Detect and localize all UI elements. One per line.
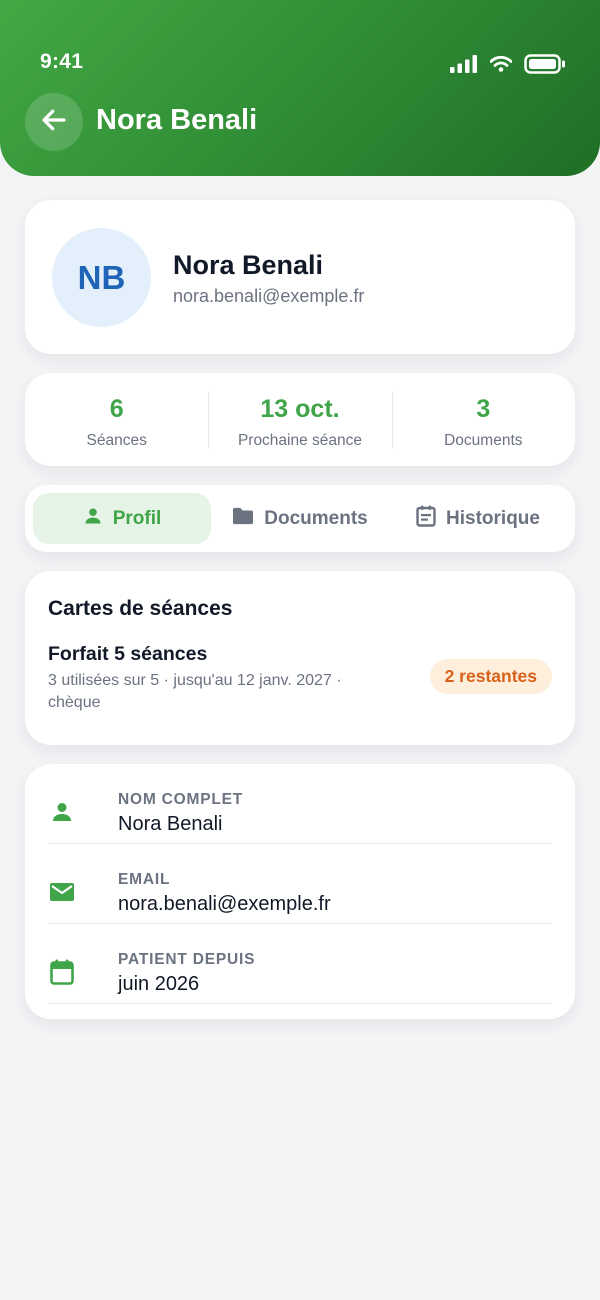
stat-documents: 3 Documents <box>391 373 575 466</box>
package-details: 3 utilisées sur 5 · jusqu'au 12 janv. 20… <box>48 672 342 711</box>
profile-name: Nora Benali <box>173 250 324 280</box>
info-row-full-name: NOM COMPLET Nora Benali <box>48 764 552 844</box>
tab-label: Historique <box>446 507 540 529</box>
tab-bar: Profil Documents Historique <box>25 485 575 552</box>
signal-icon <box>450 55 478 78</box>
folder-icon <box>232 506 254 532</box>
arrow-left-icon <box>39 105 69 140</box>
info-value: nora.benali@exemple.fr <box>118 893 331 915</box>
stat-value: 6 <box>109 395 124 423</box>
info-value: juin 2026 <box>118 973 200 995</box>
package-title: Forfait 5 séances <box>48 643 208 665</box>
stats-card: 6 Séances 13 oct. Prochaine séance 3 Doc… <box>25 373 575 466</box>
info-row-email: EMAIL nora.benali@exemple.fr <box>48 844 552 924</box>
tab-historique[interactable]: Historique <box>389 493 567 544</box>
stat-label: Documents <box>444 432 523 449</box>
avatar: NB <box>52 228 151 327</box>
stat-value: 13 oct. <box>260 395 340 423</box>
battery-icon <box>524 54 566 79</box>
header: 9:41 Nora Benali <box>0 0 600 176</box>
stat-sessions: 6 Séances <box>25 373 208 466</box>
session-cards-card: Cartes de séances Forfait 5 séances 3 ut… <box>25 571 575 745</box>
status-icons <box>450 54 566 79</box>
profile-email: nora.benali@exemple.fr <box>173 286 365 306</box>
mail-icon <box>48 878 76 906</box>
tab-documents[interactable]: Documents <box>211 493 389 544</box>
patient-info-card: NOM COMPLET Nora Benali EMAIL nora.benal… <box>25 764 575 1019</box>
stat-next-session: 13 oct. Prochaine séance <box>208 373 391 466</box>
calendar-list-icon <box>416 505 436 533</box>
page-title: Nora Benali <box>96 104 258 136</box>
person-icon <box>48 798 76 826</box>
info-label: PATIENT DEPUIS <box>118 951 256 968</box>
info-label: EMAIL <box>118 871 171 888</box>
tab-profil[interactable]: Profil <box>33 493 211 544</box>
status-time: 9:41 <box>40 50 84 73</box>
tab-label: Profil <box>112 507 162 529</box>
profile-card: NB Nora Benali nora.benali@exemple.fr <box>25 200 575 354</box>
person-icon <box>83 506 103 532</box>
section-title: Cartes de séances <box>48 597 233 620</box>
info-label: NOM COMPLET <box>118 791 244 808</box>
remaining-badge: 2 restantes <box>429 659 552 694</box>
info-row-patient-since: PATIENT DEPUIS juin 2026 <box>48 924 552 1004</box>
wifi-icon <box>489 55 513 77</box>
tab-label: Documents <box>264 507 368 529</box>
stat-label: Séances <box>86 432 147 449</box>
back-button[interactable] <box>25 93 83 151</box>
calendar-icon <box>48 958 76 986</box>
stat-label: Prochaine séance <box>237 432 363 449</box>
info-value: Nora Benali <box>118 813 223 835</box>
stat-value: 3 <box>476 395 491 423</box>
